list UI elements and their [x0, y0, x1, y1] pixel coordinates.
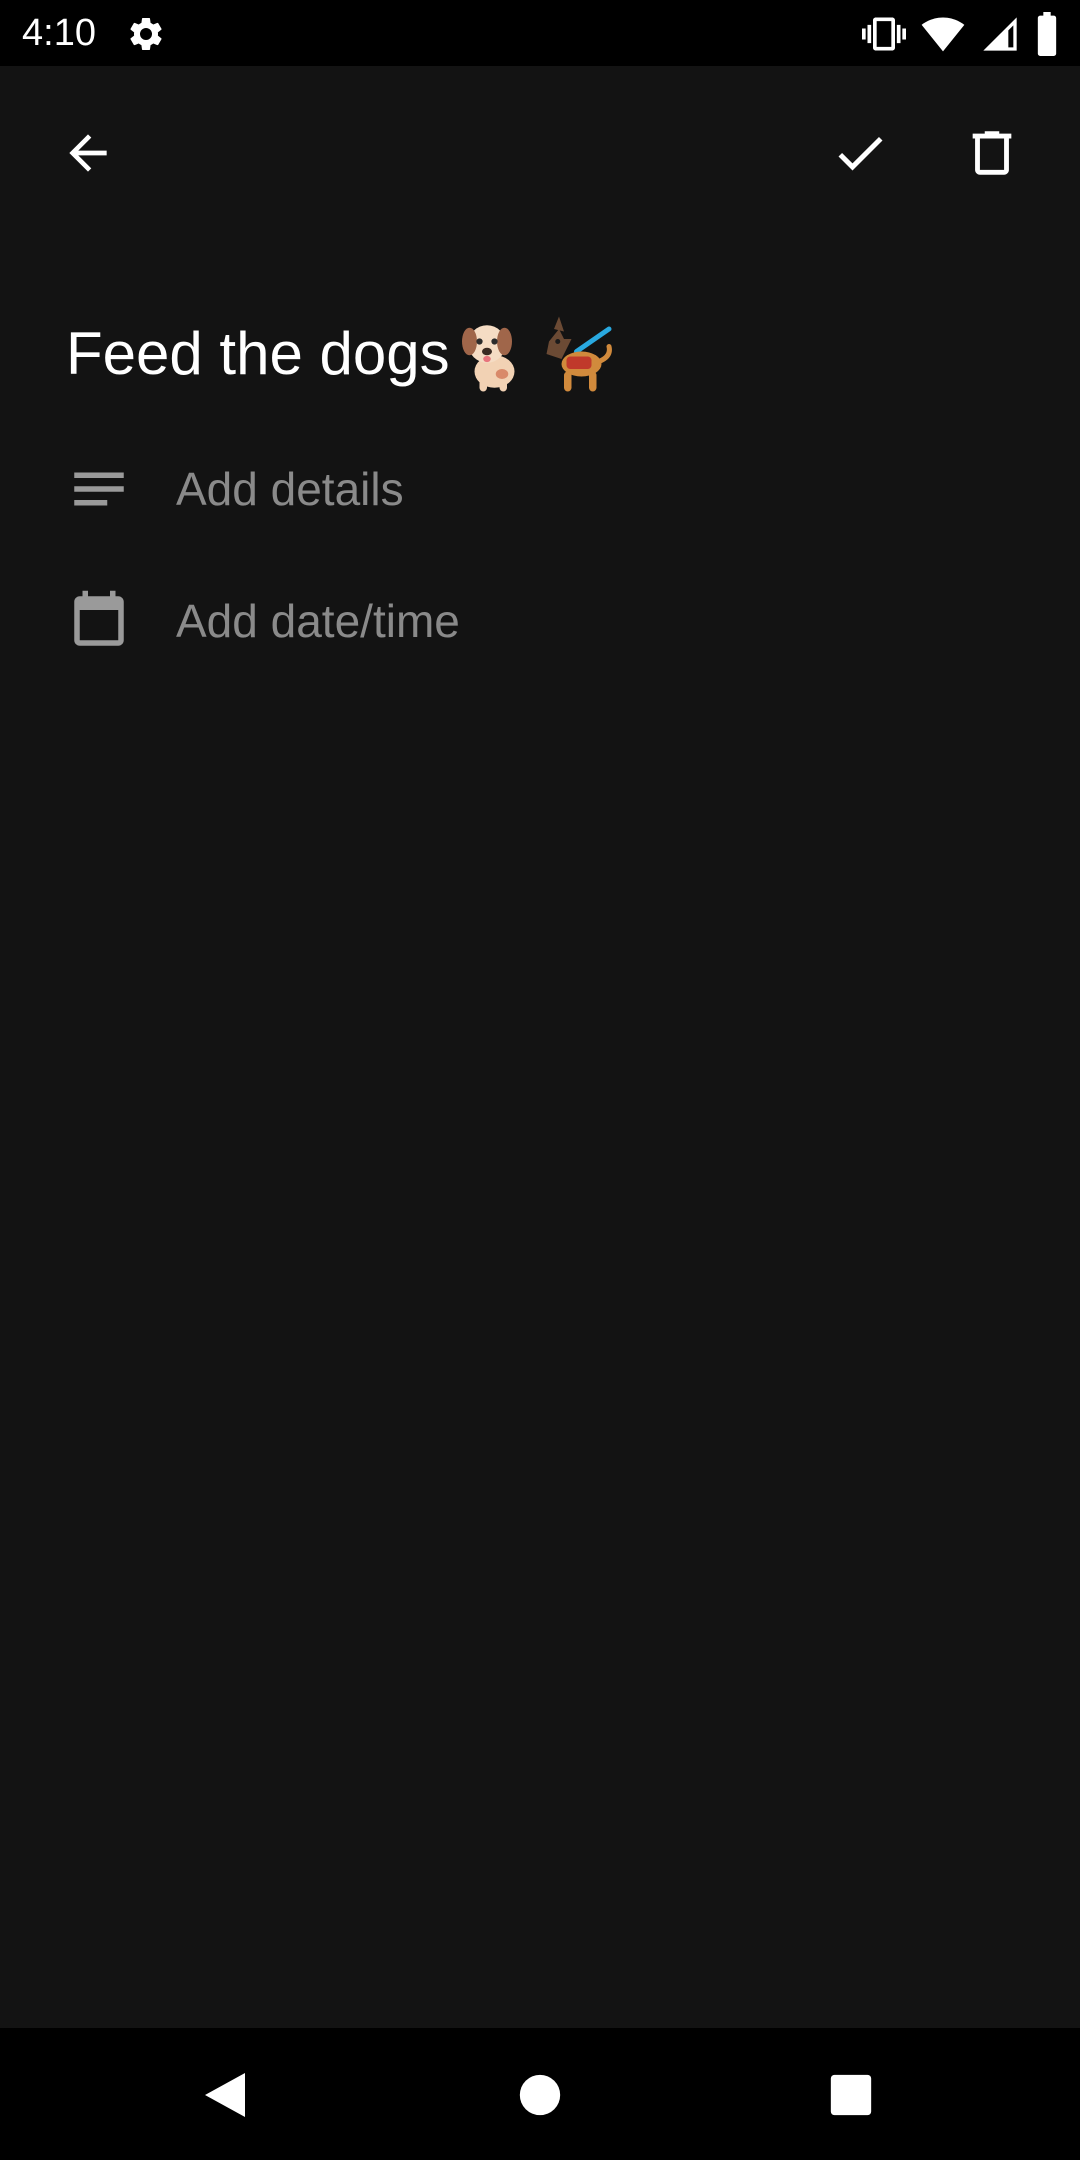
cell-signal-icon	[983, 17, 1017, 51]
add-details-placeholder: Add details	[176, 463, 404, 515]
task-title-text: Feed the dogs	[66, 320, 450, 388]
trash-icon	[972, 131, 1012, 175]
notes-lines-icon	[74, 472, 124, 506]
task-title-input[interactable]: Feed the dogs	[66, 300, 1026, 404]
add-date-time-row[interactable]: Add date/time	[0, 566, 1080, 676]
nav-home-button[interactable]	[495, 2050, 585, 2140]
dog-emoji	[461, 325, 515, 392]
nav-back-button[interactable]	[180, 2050, 270, 2140]
system-nav-bar	[0, 2028, 1080, 2160]
status-time: 4:10	[22, 12, 96, 54]
back-button[interactable]	[33, 98, 143, 208]
task-edit-screen: 4:10 Feed the dogs Add details Add date/…	[0, 0, 1080, 2160]
add-details-row[interactable]: Add details	[0, 434, 1080, 544]
battery-icon	[1037, 12, 1057, 56]
check-icon	[838, 136, 883, 171]
vibrate-icon	[862, 17, 906, 51]
nav-back-icon	[205, 2073, 245, 2117]
service-dog-emoji	[546, 316, 612, 392]
arrow-back-icon	[69, 134, 107, 172]
settings-gear-icon	[130, 17, 162, 50]
nav-recents-icon	[830, 2074, 872, 2116]
nav-recents-button[interactable]	[806, 2050, 896, 2140]
wifi-icon	[921, 17, 965, 52]
status-bar: 4:10	[0, 0, 1080, 66]
calendar-icon	[74, 590, 124, 646]
add-date-time-placeholder: Add date/time	[176, 595, 460, 647]
top-toolbar	[0, 66, 1080, 242]
mark-complete-button[interactable]	[805, 98, 915, 208]
delete-button[interactable]	[937, 98, 1047, 208]
nav-home-icon	[519, 2074, 561, 2116]
status-icons	[862, 12, 1060, 56]
